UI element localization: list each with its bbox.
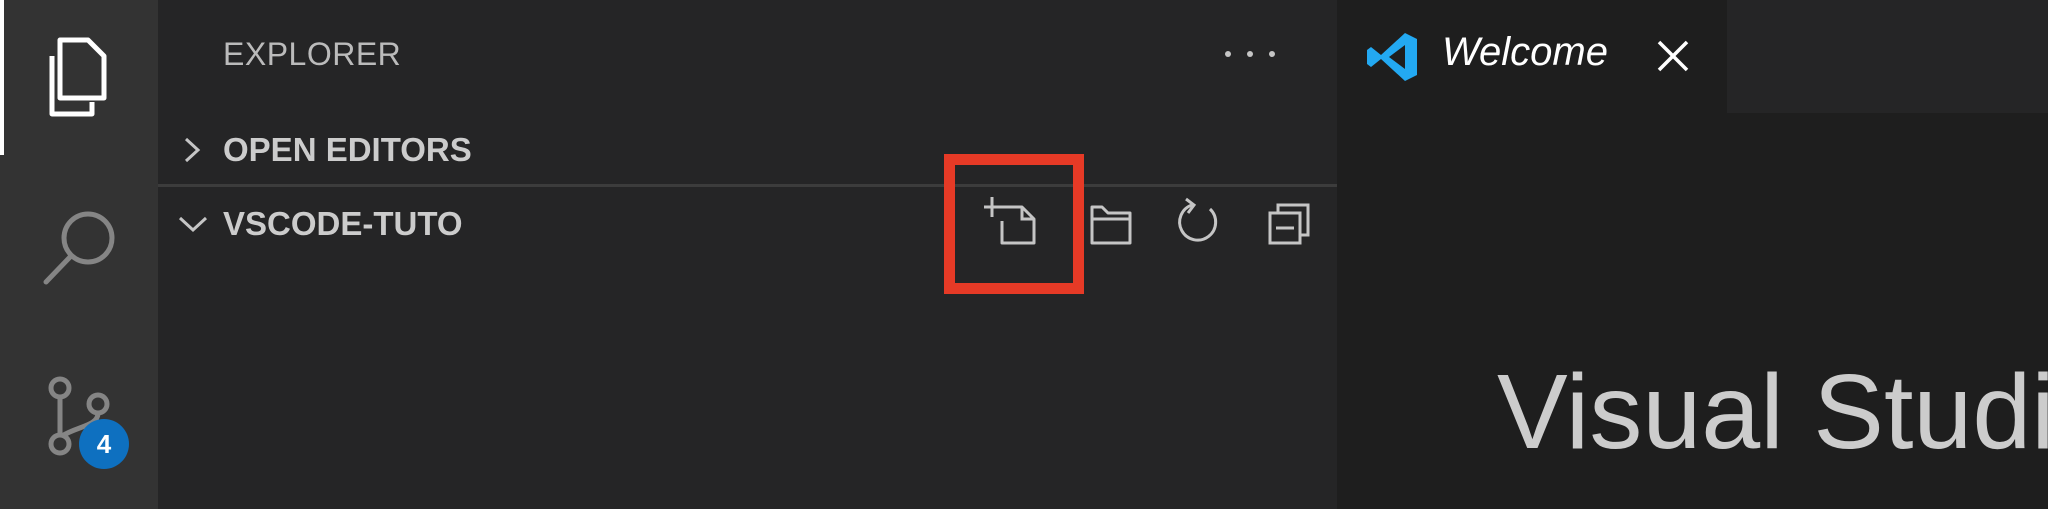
- section-vscode-tuto[interactable]: VSCODE-TUTO: [158, 194, 1337, 254]
- explorer-sidebar: [158, 0, 1337, 509]
- divider: [158, 184, 1337, 187]
- new-folder-icon[interactable]: [1082, 195, 1138, 251]
- chevron-right-icon: [176, 135, 206, 170]
- sidebar-title: EXPLORER: [223, 36, 402, 72]
- welcome-heading: Visual Studio: [1497, 353, 2048, 471]
- source-control-badge: 4: [79, 419, 129, 469]
- files-icon[interactable]: [38, 32, 118, 127]
- tab-label: Welcome: [1442, 30, 1608, 74]
- section-label: VSCODE-TUTO: [223, 205, 463, 242]
- highlight-box: [944, 154, 1084, 294]
- active-indicator: [0, 0, 4, 155]
- tab-bar: Welcome: [1337, 0, 2048, 113]
- more-actions-icon[interactable]: [1225, 34, 1275, 74]
- section-open-editors[interactable]: OPEN EDITORS: [158, 120, 1337, 180]
- search-icon[interactable]: [38, 200, 128, 295]
- chevron-down-icon: [176, 209, 210, 244]
- close-icon[interactable]: [1655, 38, 1691, 79]
- activity-bar: 4: [0, 0, 158, 509]
- section-label: OPEN EDITORS: [223, 131, 472, 168]
- editor-area: Welcome Visual Studio: [1337, 0, 2048, 509]
- tab-welcome[interactable]: Welcome: [1337, 0, 1727, 113]
- collapse-all-icon[interactable]: [1262, 195, 1318, 251]
- vscode-logo-icon: [1365, 29, 1421, 90]
- refresh-icon[interactable]: [1170, 195, 1226, 251]
